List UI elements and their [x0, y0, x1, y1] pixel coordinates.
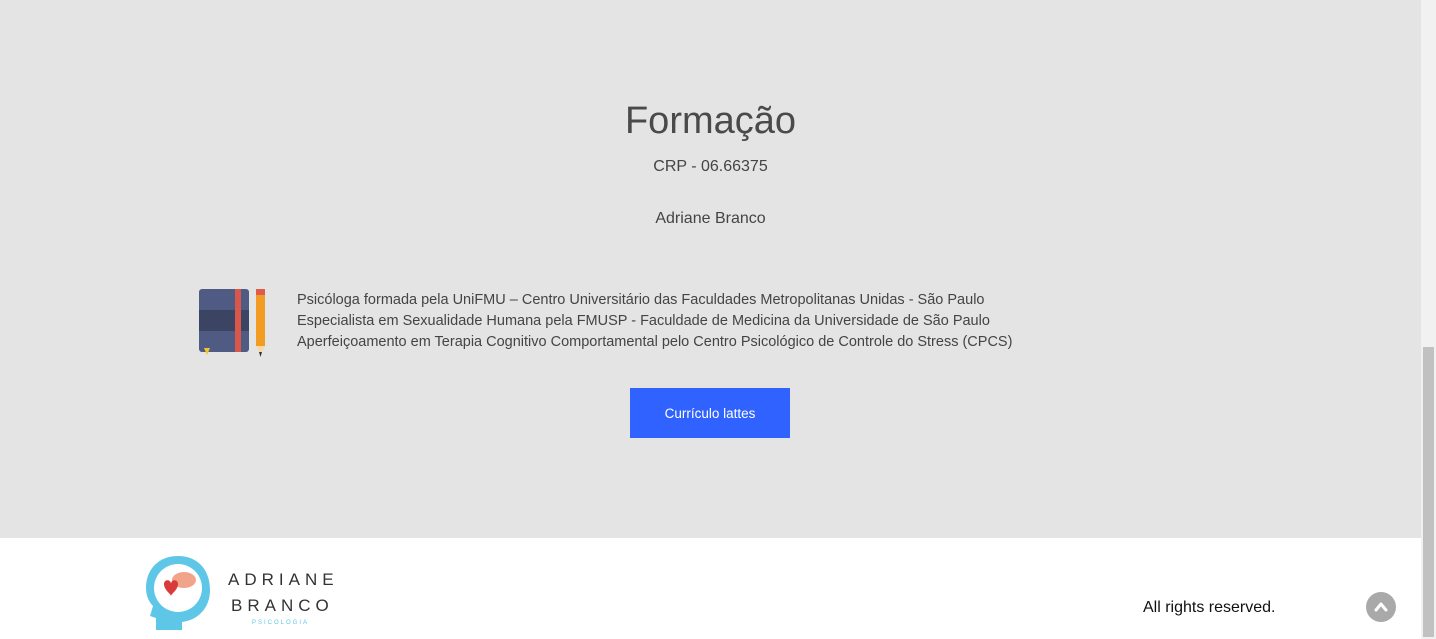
crp-number: CRP - 06.66375	[653, 158, 768, 175]
bio-line-3: Aperfeiçoamento em Terapia Cognitivo Com…	[297, 334, 1013, 350]
bio-line-1: Psicóloga formada pela UniFMU – Centro U…	[297, 292, 985, 308]
copyright-text: All rights reserved.	[1143, 599, 1276, 616]
formacao-section: Formação CRP - 06.66375 Adriane Branco P…	[0, 0, 1421, 538]
chevron-up-icon	[1374, 602, 1388, 612]
logo-subtitle: PSICOLOGIA	[252, 620, 310, 626]
scroll-to-top-button[interactable]	[1366, 592, 1396, 622]
page: Formação CRP - 06.66375 Adriane Branco P…	[0, 0, 1436, 639]
head-heart-brain-icon	[146, 556, 210, 630]
scrollbar[interactable]	[1421, 0, 1436, 639]
logo[interactable]: ADRIANE BRANCO PSICOLOGIA	[142, 554, 342, 634]
bio-line-2: Especialista em Sexualidade Humana pela …	[297, 313, 990, 329]
scrollbar-thumb[interactable]	[1423, 347, 1434, 637]
bio-text: Psicóloga formada pela UniFMU – Centro U…	[297, 290, 1012, 353]
logo-text-last: BRANCO	[231, 596, 334, 615]
book-pencil-icon	[199, 289, 265, 357]
curriculo-lattes-button[interactable]: Currículo lattes	[630, 388, 790, 438]
section-title: Formação	[624, 100, 797, 142]
psychologist-name: Adriane Branco	[655, 210, 766, 227]
footer: ADRIANE BRANCO PSICOLOGIA All rights res…	[0, 538, 1421, 639]
logo-text-first: ADRIANE	[228, 570, 339, 589]
